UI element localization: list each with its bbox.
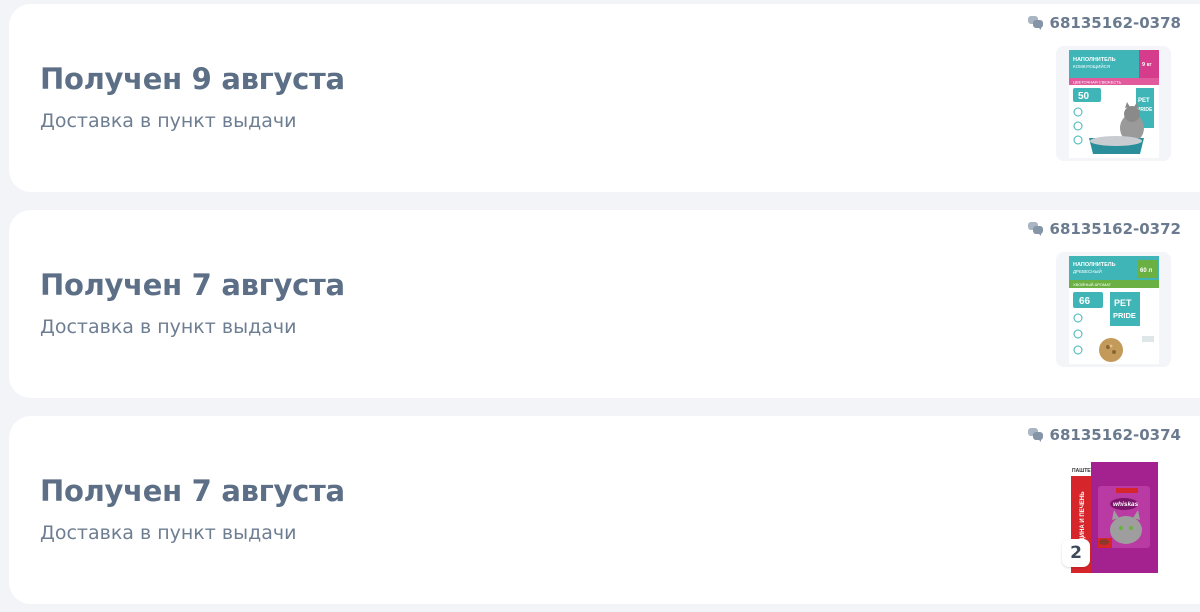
order-card[interactable]: 68135162-0374 Получен 7 августа Доставка… [9,416,1200,604]
package-text: НАПОЛНИТЕЛЬ [1073,262,1116,268]
order-number-text: 68135162-0372 [1049,220,1181,238]
order-number-text: 68135162-0374 [1049,426,1181,444]
order-number-text: 68135162-0378 [1049,14,1181,32]
order-number: 68135162-0372 [1027,220,1181,238]
chat-bubbles-icon [1027,222,1044,236]
delivery-type: Доставка в пункт выдачи [40,110,297,132]
order-number: 68135162-0374 [1027,426,1181,444]
package-text: КОМКУЮЩИЙСЯ [1073,62,1110,69]
product-thumbnail[interactable]: ПАШТЕТ ГОВЯДИНА И ПЕЧЕНЬ whiskas 2 [1056,458,1171,573]
package-text: PET [1114,298,1132,308]
package-text: ДРЕВЕСНЫЙ [1073,267,1102,274]
chat-bubbles-icon [1027,428,1044,442]
order-status: Получен 9 августа [40,62,345,96]
quantity-badge: 2 [1062,539,1090,567]
order-card[interactable]: 68135162-0372 Получен 7 августа Доставка… [9,210,1200,398]
order-status: Получен 7 августа [40,268,345,302]
order-number: 68135162-0378 [1027,14,1181,32]
pet-pride-wood-litter-image: НАПОЛНИТЕЛЬ ДРЕВЕСНЫЙ 60 л ХВОЙНЫЙ АРОМА… [1056,252,1171,367]
package-text: 66 [1079,296,1091,307]
package-text: whiskas [1113,501,1139,508]
package-text: 60 л [1140,268,1152,274]
product-thumbnail[interactable]: НАПОЛНИТЕЛЬ КОМКУЮЩИЙСЯ 9 кг ЦВЕТОЧНАЯ С… [1056,46,1171,161]
package-text: PRIDE [1113,311,1136,320]
order-card[interactable]: 68135162-0378 Получен 9 августа Доставка… [9,4,1200,192]
package-text: PET [1138,98,1150,104]
package-text: 50 [1078,91,1090,102]
orders-list: 68135162-0378 Получен 9 августа Доставка… [0,0,1200,612]
chat-bubbles-icon [1027,16,1044,30]
product-thumbnail[interactable]: НАПОЛНИТЕЛЬ ДРЕВЕСНЫЙ 60 л ХВОЙНЫЙ АРОМА… [1056,252,1171,367]
package-text: ПАШТЕТ [1072,468,1094,474]
package-text: НАПОЛНИТЕЛЬ [1073,57,1116,63]
pet-pride-clumping-litter-image: НАПОЛНИТЕЛЬ КОМКУЮЩИЙСЯ 9 кг ЦВЕТОЧНАЯ С… [1056,46,1171,161]
package-text: 9 кг [1142,62,1152,68]
package-text: ЦВЕТОЧНАЯ СВЕЖЕСТЬ [1073,80,1122,85]
delivery-type: Доставка в пункт выдачи [40,522,297,544]
package-text: ХВОЙНЫЙ АРОМАТ [1073,282,1112,287]
order-status: Получен 7 августа [40,474,345,508]
delivery-type: Доставка в пункт выдачи [40,316,297,338]
